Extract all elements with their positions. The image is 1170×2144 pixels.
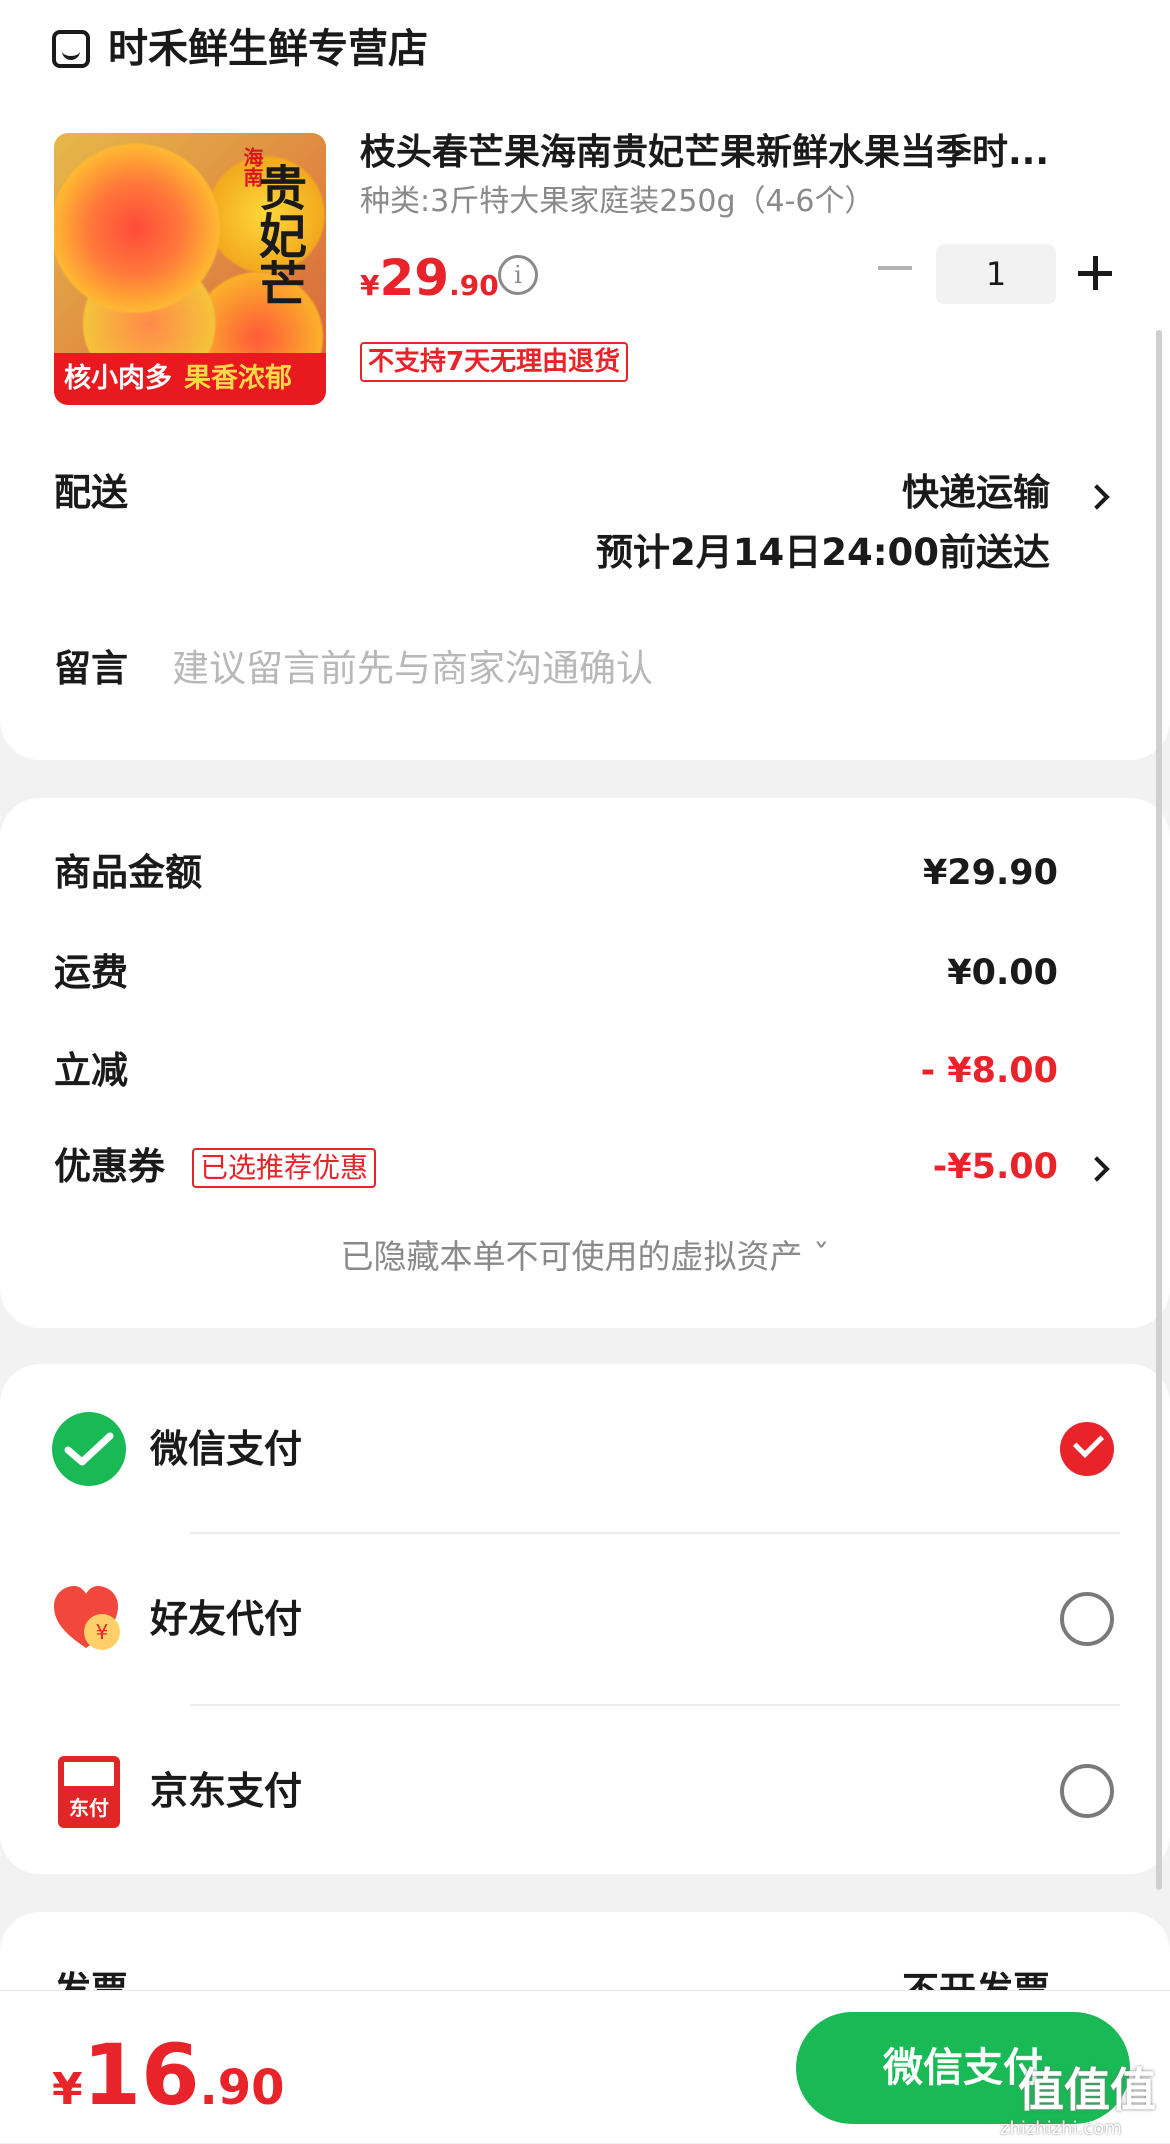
price-currency: ¥ <box>360 269 380 302</box>
jd-pay-icon-card <box>64 1762 114 1786</box>
delivery-label: 配送 <box>54 471 128 514</box>
increase-quantity-button[interactable] <box>1078 256 1112 290</box>
price-decimal: .90 <box>449 269 499 302</box>
scrollbar[interactable] <box>1156 330 1162 1890</box>
jd-pay-icon-text: 东付 <box>69 1796 109 1820</box>
quantity-field[interactable]: 1 <box>936 244 1056 304</box>
coupon-label[interactable]: 优惠券 <box>54 1140 165 1194</box>
info-icon[interactable]: i <box>498 255 538 295</box>
payment-radio-selected[interactable] <box>1060 1422 1114 1476</box>
divider <box>190 1704 1120 1706</box>
delivery-method[interactable]: 快递运输 <box>902 466 1050 520</box>
coupon-value[interactable]: -¥5.00 <box>933 1140 1058 1194</box>
payment-radio[interactable] <box>1060 1592 1114 1646</box>
watermark-url: zhizhizhi.com <box>1000 2118 1122 2139</box>
delivery-eta: 预计2月14日24:00前送达 <box>595 531 1050 574</box>
discount-label: 立减 <box>54 1049 128 1092</box>
total-price: ¥16.90 <box>52 2030 285 2144</box>
divider <box>190 1532 1120 1534</box>
goods-amount-label: 商品金额 <box>54 851 202 894</box>
svg-text:¥: ¥ <box>96 1620 109 1644</box>
decrease-quantity-button[interactable] <box>878 266 912 270</box>
wechat-pay-icon <box>52 1412 126 1486</box>
total-decimal: .90 <box>199 2060 285 2116</box>
product-image-banner-left: 核小肉多 <box>64 363 172 394</box>
total-integer: 16 <box>82 2026 200 2124</box>
product-price: ¥29.90 <box>360 248 499 320</box>
discount-value: - ¥8.00 <box>920 1051 1058 1091</box>
message-input[interactable]: 建议留言前先与商家沟通确认 <box>172 642 653 696</box>
shop-name[interactable]: 时禾鲜生鲜专营店 <box>108 22 428 76</box>
return-policy-badge: 不支持7天无理由退货 <box>360 342 629 382</box>
jd-pay-icon: 东付 <box>58 1756 120 1828</box>
price-integer: 29 <box>379 249 450 307</box>
message-label: 留言 <box>54 647 128 690</box>
friend-pay-icon: ¥ <box>52 1582 126 1656</box>
shipping-fee-value: ¥0.00 <box>947 953 1058 993</box>
payment-option-label[interactable]: 微信支付 <box>150 1422 302 1476</box>
product-title[interactable]: 枝头春芒果海南贵妃芒果新鲜水果当季时... <box>360 128 1120 178</box>
payment-radio[interactable] <box>1060 1764 1114 1818</box>
watermark: 值值值 <box>1018 2063 1156 2117</box>
coupon-recommended-badge: 已选推荐优惠 <box>192 1148 377 1188</box>
product-image[interactable]: 海南 贵妃芒 核小肉多 果香浓郁 <box>54 133 326 405</box>
total-currency: ¥ <box>52 2064 83 2115</box>
goods-amount-value: ¥29.90 <box>922 853 1058 893</box>
product-image-banner-right: 果香浓郁 <box>184 363 292 394</box>
shipping-fee-label: 运费 <box>54 951 128 994</box>
payment-option-label[interactable]: 好友代付 <box>150 1592 302 1646</box>
product-sku[interactable]: 种类:3斤特大果家庭装250g（4-6个） <box>360 180 875 224</box>
product-image-name-label: 贵妃芒 <box>250 163 306 307</box>
payment-option-label[interactable]: 京东支付 <box>150 1764 302 1818</box>
product-image-banner: 核小肉多 果香浓郁 <box>54 353 326 405</box>
shop-icon <box>52 30 90 68</box>
hidden-assets-toggle[interactable]: 已隐藏本单不可使用的虚拟资产 ˇ <box>0 1230 1170 1284</box>
